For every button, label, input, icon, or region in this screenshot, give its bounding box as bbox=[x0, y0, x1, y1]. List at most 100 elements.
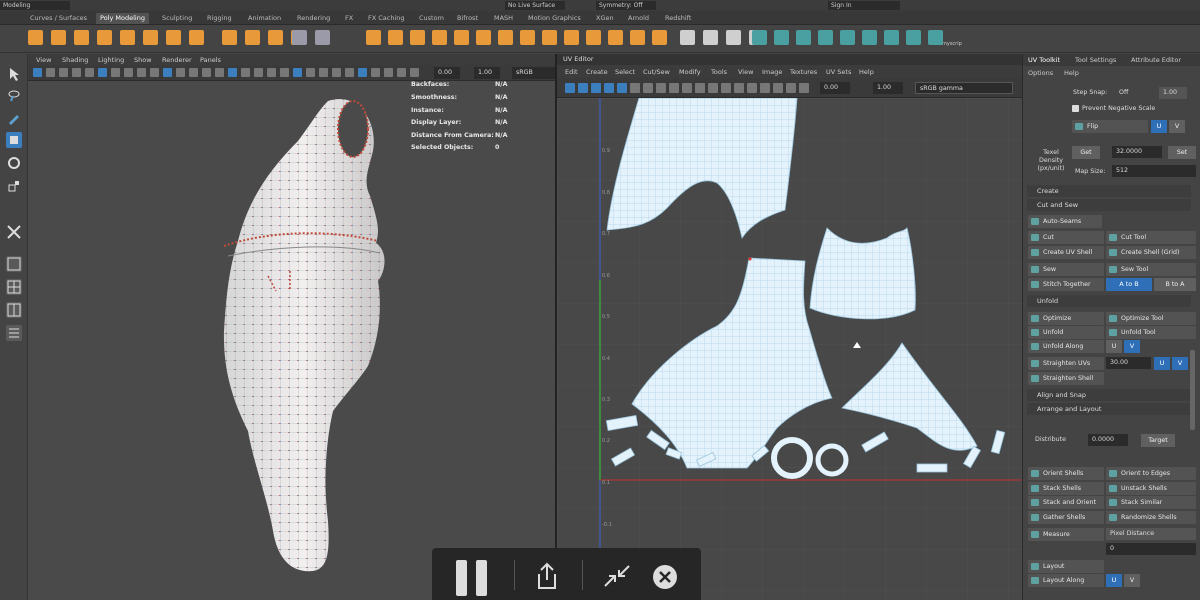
b-to-a-button[interactable]: B to A bbox=[1154, 278, 1196, 291]
shelf-tool-icon[interactable] bbox=[774, 30, 789, 45]
shelf-tab-rendering[interactable]: Rendering bbox=[297, 14, 330, 22]
uv-toolbar-icon[interactable] bbox=[747, 83, 757, 93]
shelf-tool-icon[interactable] bbox=[906, 30, 921, 45]
uv-toolbar-icon[interactable] bbox=[760, 83, 770, 93]
orient-shells-button[interactable]: Orient Shells bbox=[1028, 467, 1104, 480]
shelf-tool-icon[interactable] bbox=[680, 30, 695, 45]
shelf-tool-icon[interactable] bbox=[796, 30, 811, 45]
shelf-tool-icon[interactable] bbox=[366, 30, 381, 45]
shelf-tool-icon[interactable] bbox=[292, 30, 307, 45]
shelf-tool-icon[interactable] bbox=[166, 30, 181, 45]
viewport-toolbar-icon[interactable] bbox=[215, 68, 224, 77]
multi-cut-icon[interactable] bbox=[6, 224, 22, 240]
viewport-toolbar-icon[interactable] bbox=[85, 68, 94, 77]
prevent-negative-checkbox[interactable] bbox=[1072, 105, 1079, 112]
uv-toolbar-icon[interactable] bbox=[669, 83, 679, 93]
shelf-tool-icon[interactable] bbox=[703, 30, 718, 45]
uv-toolbar-icon[interactable] bbox=[630, 83, 640, 93]
viewport-toolbar-icon[interactable] bbox=[98, 68, 107, 77]
tab-attribute-editor[interactable]: Attribute Editor bbox=[1131, 56, 1181, 64]
shelf-tab-fx-caching[interactable]: FX Caching bbox=[368, 14, 405, 22]
uv-menu-cutsew[interactable]: Cut/Sew bbox=[643, 68, 670, 76]
stack-shells-button[interactable]: Stack Shells bbox=[1028, 482, 1104, 495]
layout-along-v-button[interactable]: V bbox=[1124, 574, 1140, 587]
shelf-tool-icon[interactable] bbox=[652, 30, 667, 45]
section-arrange-layout[interactable]: Arrange and Layout bbox=[1027, 403, 1191, 415]
viewport-toolbar-icon[interactable] bbox=[72, 68, 81, 77]
optimize-button[interactable]: Optimize bbox=[1028, 312, 1104, 325]
viewport-toolbar-icon[interactable] bbox=[202, 68, 211, 77]
step-snap-dropdown[interactable]: Off bbox=[1115, 87, 1155, 99]
viewport-toolbar-icon[interactable] bbox=[163, 68, 172, 77]
unfold-button[interactable]: Unfold bbox=[1028, 326, 1104, 339]
target-button[interactable]: Target bbox=[1141, 434, 1175, 447]
gather-shells-button[interactable]: Gather Shells bbox=[1028, 511, 1104, 524]
unfold-along-u-button[interactable]: U bbox=[1106, 340, 1122, 353]
shelf-tab-sculpting[interactable]: Sculpting bbox=[162, 14, 192, 22]
uv-toolbar-icon[interactable] bbox=[721, 83, 731, 93]
panel-scrollbar[interactable] bbox=[1190, 350, 1195, 430]
layout-along-u-button[interactable]: U bbox=[1106, 574, 1122, 587]
uv-toolbar-icon[interactable] bbox=[617, 83, 627, 93]
minimize-icon[interactable] bbox=[603, 564, 631, 588]
shelf-tool-icon[interactable] bbox=[586, 30, 601, 45]
close-icon[interactable] bbox=[652, 564, 678, 590]
viewport-toolbar-icon[interactable] bbox=[280, 68, 289, 77]
straighten-uvs-button[interactable]: Straighten UVs bbox=[1028, 357, 1104, 370]
shelf-tool-icon[interactable] bbox=[388, 30, 403, 45]
shelf-tab-bifrost[interactable]: Bifrost bbox=[457, 14, 478, 22]
straighten-u-button[interactable]: U bbox=[1154, 357, 1170, 370]
shelf-tool-icon[interactable] bbox=[120, 30, 135, 45]
shelf-tab-animation[interactable]: Animation bbox=[248, 14, 281, 22]
shelf-tool-icon[interactable] bbox=[315, 30, 330, 45]
vp-colorspace-dropdown[interactable]: sRGB gamma bbox=[512, 67, 555, 88]
vp-menu-panels[interactable]: Panels bbox=[200, 56, 221, 64]
stack-similar-button[interactable]: Stack Similar bbox=[1106, 496, 1196, 509]
perspective-viewport[interactable]: Backfaces: N/A Smoothness: N/A Instance:… bbox=[28, 81, 555, 600]
menu-options[interactable]: Options bbox=[1028, 69, 1053, 77]
shelf-tab-poly-modeling[interactable]: Poly Modeling bbox=[96, 13, 149, 24]
shelf-tool-icon[interactable] bbox=[51, 30, 66, 45]
shelf-tool-icon[interactable] bbox=[608, 30, 623, 45]
uv-toolbar-icon[interactable] bbox=[656, 83, 666, 93]
scale-tool-icon[interactable] bbox=[6, 178, 22, 194]
viewport-toolbar-icon[interactable] bbox=[371, 68, 380, 77]
uv-toolbar-icon[interactable] bbox=[695, 83, 705, 93]
uv-menu-modify[interactable]: Modify bbox=[679, 68, 701, 76]
section-align-snap[interactable]: Align and Snap bbox=[1027, 389, 1191, 401]
layout-four-icon[interactable] bbox=[6, 279, 22, 295]
uv-menu-help[interactable]: Help bbox=[859, 68, 874, 76]
select-tool-icon[interactable] bbox=[6, 66, 22, 82]
measure-mode-dropdown[interactable]: Pixel Distance bbox=[1106, 528, 1196, 540]
symmetry-dropdown[interactable]: Symmetry: Off bbox=[596, 1, 656, 10]
rotate-tool-icon[interactable] bbox=[6, 155, 22, 171]
viewport-toolbar-icon[interactable] bbox=[46, 68, 55, 77]
shelf-tool-icon[interactable] bbox=[542, 30, 557, 45]
shelf-tool-icon[interactable] bbox=[630, 30, 645, 45]
section-cut-and-sew[interactable]: Cut and Sew bbox=[1027, 199, 1191, 211]
viewport-toolbar-icon[interactable] bbox=[332, 68, 341, 77]
auto-seams-button[interactable]: Auto-Seams bbox=[1028, 215, 1102, 228]
uv-colorspace-dropdown[interactable]: sRGB gamma bbox=[915, 82, 1013, 94]
viewport-toolbar-icon[interactable] bbox=[384, 68, 393, 77]
shelf-tool-icon[interactable] bbox=[432, 30, 447, 45]
shelf-tool-icon[interactable] bbox=[862, 30, 877, 45]
section-unfold[interactable]: Unfold bbox=[1027, 295, 1191, 307]
texel-set-button[interactable]: Set bbox=[1168, 146, 1196, 159]
viewport-toolbar-icon[interactable] bbox=[254, 68, 263, 77]
shelf-tool-icon[interactable] bbox=[840, 30, 855, 45]
shelf-tab-fx[interactable]: FX bbox=[345, 14, 353, 22]
shelf-tool-icon[interactable] bbox=[189, 30, 204, 45]
uv-menu-edit[interactable]: Edit bbox=[565, 68, 578, 76]
uv-toolbar-icon[interactable] bbox=[578, 83, 588, 93]
distribute-field[interactable]: 0.0000 bbox=[1088, 434, 1128, 446]
viewport-toolbar-icon[interactable] bbox=[33, 68, 42, 77]
uv-menu-uvsets[interactable]: UV Sets bbox=[826, 68, 851, 76]
uv-toolbar-icon[interactable] bbox=[643, 83, 653, 93]
vp-menu-view[interactable]: View bbox=[36, 56, 51, 64]
tab-tool-settings[interactable]: Tool Settings bbox=[1075, 56, 1116, 64]
viewport-toolbar-icon[interactable] bbox=[189, 68, 198, 77]
straighten-v-button[interactable]: V bbox=[1172, 357, 1188, 370]
texel-get-button[interactable]: Get bbox=[1072, 146, 1100, 159]
uv-menu-create[interactable]: Create bbox=[586, 68, 608, 76]
